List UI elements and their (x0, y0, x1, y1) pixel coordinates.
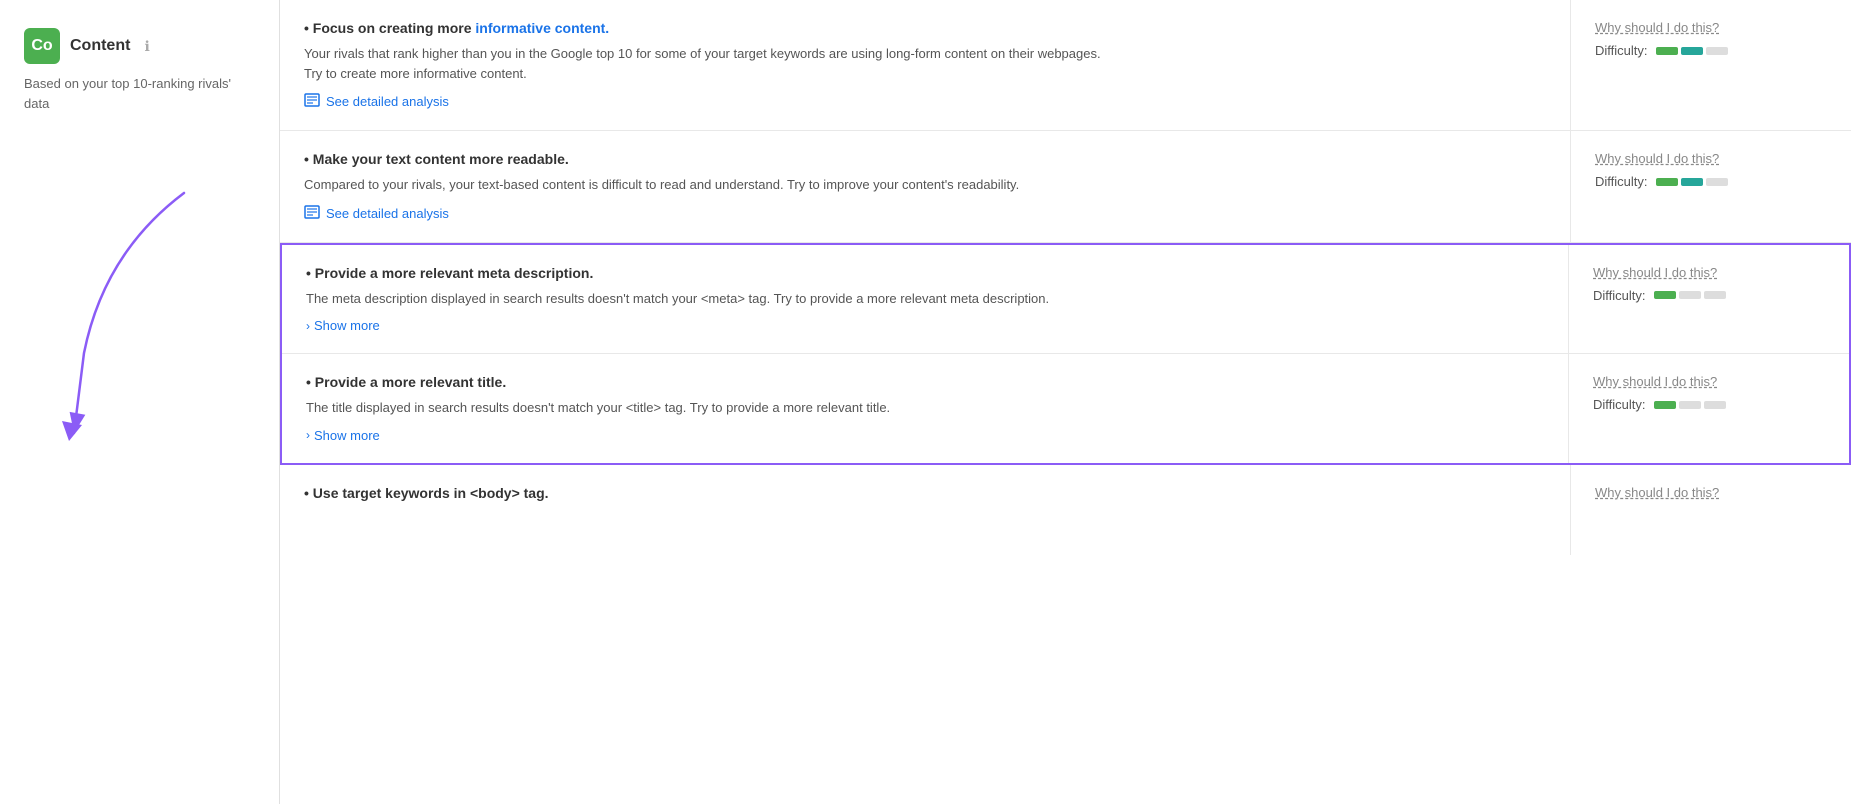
difficulty-seg-1 (1654, 291, 1676, 299)
rec-title-readable: Make your text content more readable. (304, 151, 1546, 167)
difficulty-seg-3 (1704, 291, 1726, 299)
row-content-title: Provide a more relevant title. The title… (282, 354, 1569, 463)
show-more-link-meta[interactable]: › Show more (306, 318, 1544, 333)
difficulty-bar-meta (1654, 291, 1726, 299)
row-content-keywords: Use target keywords in <body> tag. (280, 465, 1571, 555)
show-more-label-title: Show more (314, 428, 380, 443)
difficulty-seg-2 (1679, 401, 1701, 409)
see-analysis-link-informative[interactable]: See detailed analysis (304, 93, 1546, 110)
see-analysis-link-readable[interactable]: See detailed analysis (304, 205, 1546, 222)
arrow-svg (24, 173, 244, 493)
difficulty-seg-3 (1706, 47, 1728, 55)
difficulty-label-informative: Difficulty: (1595, 43, 1648, 58)
table-row: Provide a more relevant title. The title… (282, 354, 1849, 463)
difficulty-bar-informative (1656, 47, 1728, 55)
rec-desc-meta: The meta description displayed in search… (306, 289, 1544, 309)
difficulty-seg-1 (1656, 178, 1678, 186)
info-icon: ℹ (144, 38, 149, 55)
sidebar: Co Content ℹ Based on your top 10-rankin… (0, 0, 280, 804)
difficulty-seg-3 (1704, 401, 1726, 409)
arrow-annotation (24, 173, 255, 493)
difficulty-seg-3 (1706, 178, 1728, 186)
doc-icon-informative (304, 93, 320, 110)
difficulty-bar-title (1654, 401, 1726, 409)
sidebar-header: Co Content ℹ (24, 28, 255, 64)
table-row: Focus on creating more informative conte… (280, 0, 1851, 131)
row-action-readable: Why should I do this? Difficulty: (1571, 131, 1851, 242)
see-analysis-label-informative: See detailed analysis (326, 94, 449, 109)
row-content-readable: Make your text content more readable. Co… (280, 131, 1571, 242)
difficulty-seg-1 (1654, 401, 1676, 409)
rec-desc-informative: Your rivals that rank higher than you in… (304, 44, 1546, 83)
show-more-label-meta: Show more (314, 318, 380, 333)
difficulty-seg-1 (1656, 47, 1678, 55)
rec-title-informative: Focus on creating more informative conte… (304, 20, 1546, 36)
difficulty-row-informative: Difficulty: (1595, 43, 1827, 58)
rec-desc-readable: Compared to your rivals, your text-based… (304, 175, 1546, 195)
main-content: Focus on creating more informative conte… (280, 0, 1851, 804)
difficulty-seg-2 (1681, 47, 1703, 55)
page-wrapper: Co Content ℹ Based on your top 10-rankin… (0, 0, 1851, 804)
doc-icon-readable (304, 205, 320, 222)
difficulty-label-meta: Difficulty: (1593, 288, 1646, 303)
difficulty-row-readable: Difficulty: (1595, 174, 1827, 189)
rec-title-keywords: Use target keywords in <body> tag. (304, 485, 1546, 501)
sidebar-subtitle: Based on your top 10-ranking rivals' dat… (24, 74, 255, 113)
chevron-right-icon-title: › (306, 428, 310, 442)
difficulty-seg-2 (1681, 178, 1703, 186)
row-action-informative: Why should I do this? Difficulty: (1571, 0, 1851, 130)
chevron-right-icon-meta: › (306, 319, 310, 333)
row-action-title: Why should I do this? Difficulty: (1569, 354, 1849, 463)
sidebar-logo: Co (24, 28, 60, 64)
why-link-title[interactable]: Why should I do this? (1593, 374, 1825, 389)
row-action-keywords: Why should I do this? (1571, 465, 1851, 555)
row-action-meta: Why should I do this? Difficulty: (1569, 245, 1849, 354)
rec-desc-title: The title displayed in search results do… (306, 398, 1544, 418)
row-content-informative: Focus on creating more informative conte… (280, 0, 1571, 130)
why-link-meta[interactable]: Why should I do this? (1593, 265, 1825, 280)
table-row: Provide a more relevant meta description… (282, 245, 1849, 355)
rec-title-meta: Provide a more relevant meta description… (306, 265, 1544, 281)
difficulty-label-title: Difficulty: (1593, 397, 1646, 412)
rec-title-title: Provide a more relevant title. (306, 374, 1544, 390)
see-analysis-label-readable: See detailed analysis (326, 206, 449, 221)
table-row: Make your text content more readable. Co… (280, 131, 1851, 243)
table-row: Use target keywords in <body> tag. Why s… (280, 465, 1851, 555)
row-content-meta: Provide a more relevant meta description… (282, 245, 1569, 354)
difficulty-row-meta: Difficulty: (1593, 288, 1825, 303)
why-link-keywords[interactable]: Why should I do this? (1595, 485, 1827, 500)
difficulty-seg-2 (1679, 291, 1701, 299)
why-link-informative[interactable]: Why should I do this? (1595, 20, 1827, 35)
difficulty-bar-readable (1656, 178, 1728, 186)
difficulty-label-readable: Difficulty: (1595, 174, 1648, 189)
show-more-link-title[interactable]: › Show more (306, 428, 1544, 443)
highlighted-group: Provide a more relevant meta description… (280, 243, 1851, 465)
why-link-readable[interactable]: Why should I do this? (1595, 151, 1827, 166)
difficulty-row-title: Difficulty: (1593, 397, 1825, 412)
sidebar-title: Content (70, 37, 130, 55)
